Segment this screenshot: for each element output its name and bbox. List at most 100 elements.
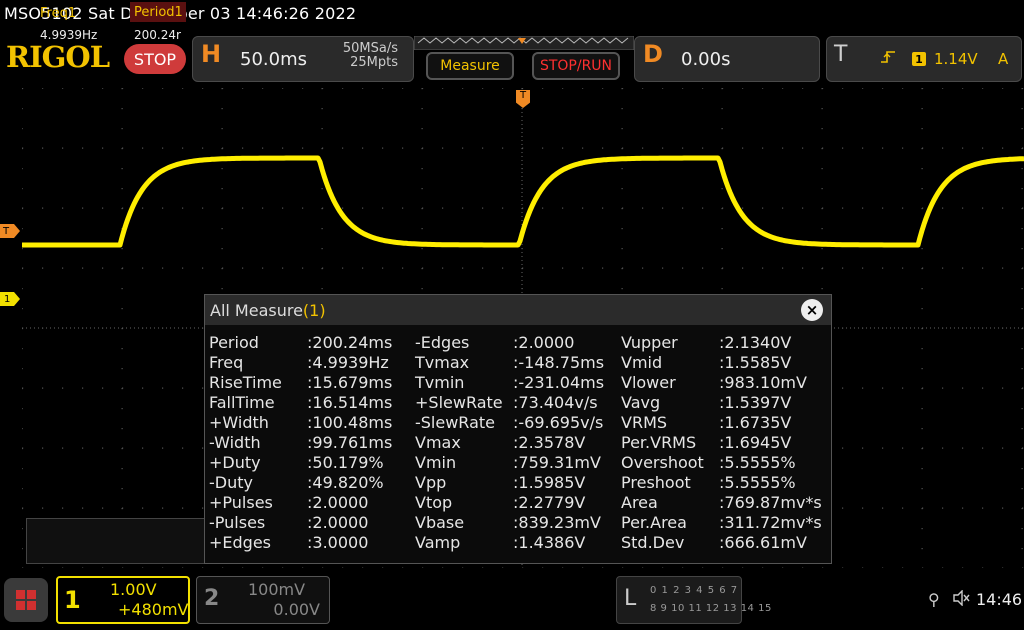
measure-table: Period:200.24ms -Edges:2.0000 Vupper:2.134… <box>205 327 831 563</box>
speaker-muted-icon[interactable] <box>952 589 970 610</box>
stop-run-button[interactable]: STOP/RUN <box>532 52 620 80</box>
counter-freq-value: 4.9939Hz <box>40 28 98 42</box>
measure-value: :16.514ms <box>307 393 393 412</box>
measure-value: :983.10mV <box>719 373 807 392</box>
counter-period-value: 200.24r <box>134 28 181 42</box>
measure-value: :2.2779V <box>513 493 586 512</box>
trigger-level: 1.14V <box>934 50 978 68</box>
measure-name: Vavg <box>621 393 661 412</box>
measure-value: :2.0000 <box>513 333 575 352</box>
status-clock: 14:46 <box>976 590 1023 609</box>
measure-name: +Pulses <box>209 493 273 512</box>
measure-name: Vamp <box>415 533 461 552</box>
measure-name: Tvmax <box>415 353 470 372</box>
measure-name: -Duty <box>209 473 253 492</box>
measure-value: :1.6735V <box>719 413 792 432</box>
measure-value: :-148.75ms <box>513 353 605 372</box>
delay-label: D <box>643 40 663 68</box>
measure-value: :1.5585V <box>719 353 792 372</box>
measure-name: Vbase <box>415 513 465 532</box>
measure-value: :2.0000 <box>307 513 369 532</box>
close-icon[interactable]: × <box>801 299 823 321</box>
measure-value: :5.5555% <box>719 453 796 472</box>
measure-name: -Width <box>209 433 261 452</box>
usb-icon: ⚲ <box>928 590 940 609</box>
trigger-level-marker[interactable]: T <box>0 224 20 238</box>
measure-name: Tvmin <box>415 373 465 392</box>
measure-name: FallTime <box>209 393 275 412</box>
measure-name: -Pulses <box>209 513 266 532</box>
measure-name: Period <box>209 333 259 352</box>
memory-depth: 25Mpts <box>350 55 398 70</box>
measure-value: :839.23mV <box>513 513 601 532</box>
counter-period-label: Period1 <box>130 2 186 22</box>
ch1-offset: +480mV <box>118 600 189 619</box>
measure-value: :5.5555% <box>719 473 796 492</box>
measure-value: :49.820% <box>307 473 384 492</box>
rising-edge-icon <box>880 50 896 68</box>
trigger-mode: A <box>998 50 1009 68</box>
trigger-label: T <box>834 42 848 67</box>
measure-value: :100.48ms <box>307 413 393 432</box>
measure-name: Freq <box>209 353 244 372</box>
measure-value: :-231.04ms <box>513 373 605 392</box>
measure-value: :99.761ms <box>307 433 393 452</box>
measure-value: :15.679ms <box>307 373 393 392</box>
measure-name: RiseTime <box>209 373 282 392</box>
measure-button[interactable]: Measure <box>426 52 514 80</box>
measure-name: Vlower <box>621 373 676 392</box>
grid-menu-icon <box>16 590 36 610</box>
menu-button[interactable] <box>4 578 48 622</box>
horizontal-label: H <box>201 40 222 68</box>
memory-position-strip <box>414 36 634 50</box>
measure-value: :1.5985V <box>513 473 586 492</box>
sample-info: 50MSa/s 25Mpts <box>320 42 398 70</box>
measure-name: -Edges <box>415 333 470 352</box>
measure-title-text: All Measure <box>210 301 303 320</box>
la-label: L <box>624 586 637 611</box>
measure-name: +Edges <box>209 533 272 552</box>
measure-value: :4.9939Hz <box>307 353 389 372</box>
measure-name: Vupper <box>621 333 678 352</box>
measure-value: :73.404v/s <box>513 393 598 412</box>
measure-name: Vtop <box>415 493 453 512</box>
sample-rate: 50MSa/s <box>342 41 398 56</box>
measure-value: :666.61mV <box>719 533 807 552</box>
measure-name: Preshoot <box>621 473 691 492</box>
measure-value: :200.24ms <box>307 333 393 352</box>
ch1-offset-marker[interactable]: 1 <box>0 292 20 306</box>
measure-value: :1.6945V <box>719 433 792 452</box>
run-state-badge[interactable]: STOP <box>124 44 186 74</box>
timebase-value: 50.0ms <box>240 49 307 70</box>
measure-name: Std.Dev <box>621 533 685 552</box>
counter-panel <box>26 518 212 564</box>
measure-name: Vmin <box>415 453 457 472</box>
measure-name: +Duty <box>209 453 261 472</box>
delay-value: 0.00s <box>681 49 731 70</box>
measure-channel: (1) <box>302 301 326 320</box>
measure-name: Per.VRMS <box>621 433 697 452</box>
counter-freq-label: Freq1 <box>40 6 77 21</box>
measure-value: :50.179% <box>307 453 384 472</box>
measure-value: :1.5397V <box>719 393 792 412</box>
measure-title: All Measure(1) <box>210 301 326 320</box>
measure-value: :-69.695v/s <box>513 413 604 432</box>
ch1-waveform <box>22 155 1024 248</box>
ch1-number: 1 <box>64 586 81 614</box>
all-measure-panel: All Measure(1) × Period :200.24ms -Edges :2… <box>204 294 832 564</box>
ch1-scale: 1.00V <box>110 580 157 599</box>
la-channels-low: 0 1 2 3 4 5 6 7 <box>650 585 739 596</box>
measure-name: -SlewRate <box>415 413 495 432</box>
measure-name: Per.Area <box>621 513 687 532</box>
ch2-offset: 0.00V <box>273 600 320 619</box>
measure-value: :3.0000 <box>307 533 369 552</box>
brand-logo: RIGOL <box>6 40 110 74</box>
la-channels-high: 8 9 10 11 12 13 14 15 <box>650 603 772 614</box>
measure-name: Overshoot <box>621 453 704 472</box>
measure-value: :2.3578V <box>513 433 586 452</box>
measure-name: +SlewRate <box>415 393 503 412</box>
measure-value: :769.87mv*s <box>719 493 822 512</box>
measure-name: +Width <box>209 413 269 432</box>
measure-value: :759.31mV <box>513 453 601 472</box>
measure-value: :2.0000 <box>307 493 369 512</box>
